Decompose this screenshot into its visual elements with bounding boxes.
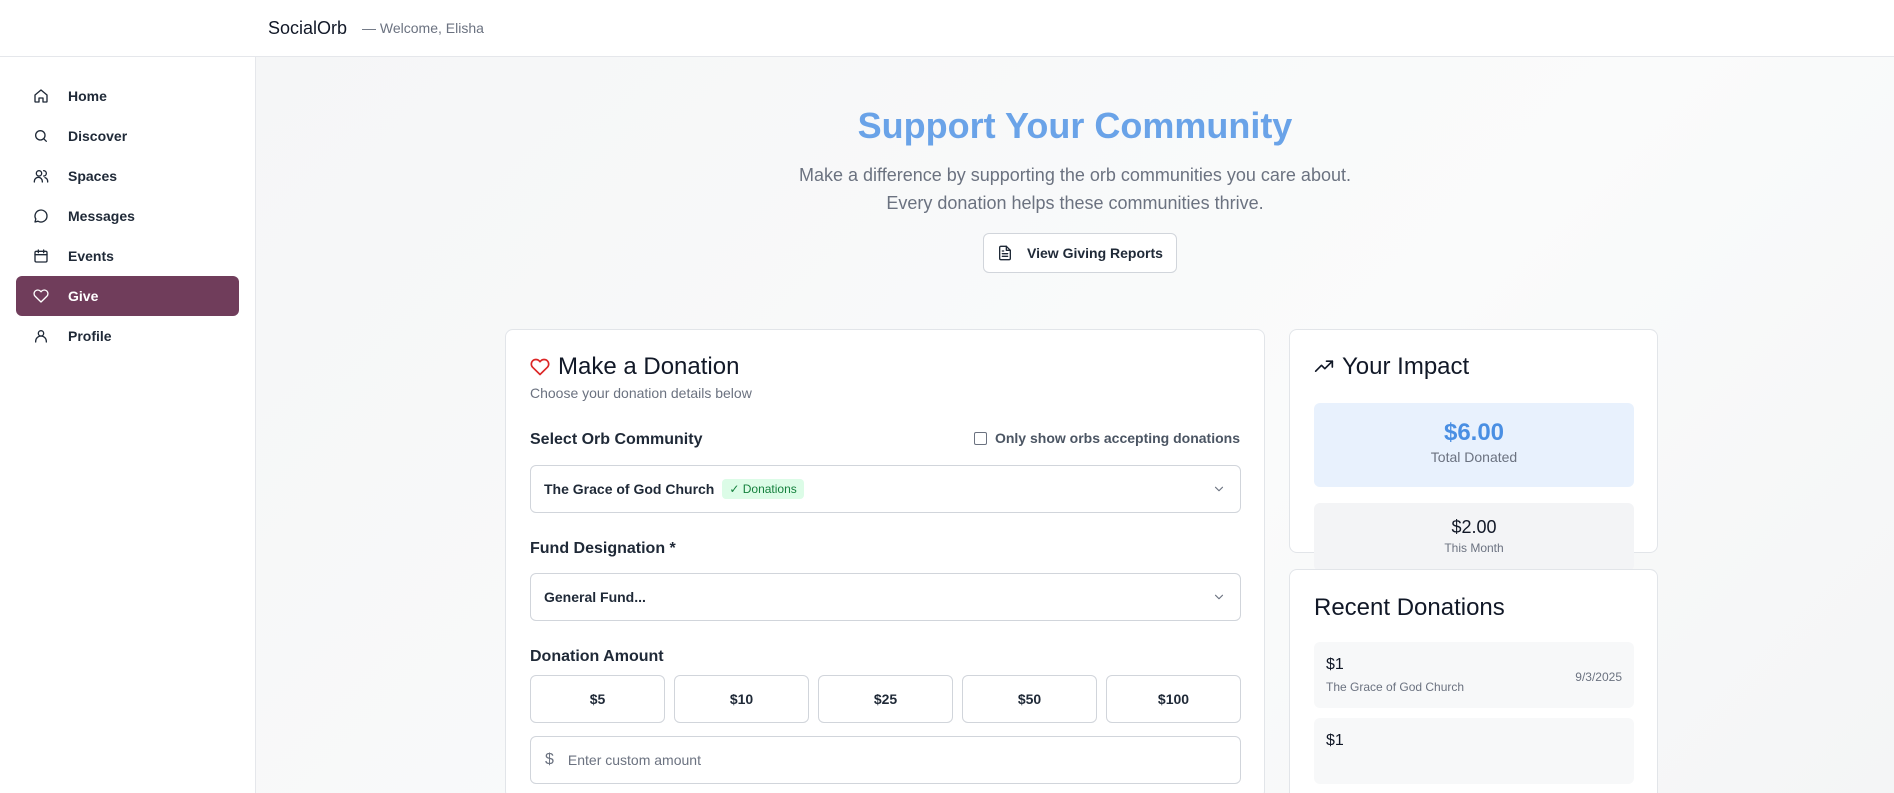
dollar-sign-icon: $	[545, 751, 554, 768]
heart-icon	[32, 287, 50, 305]
page-title: Support Your Community	[857, 105, 1293, 146]
donation-form-card: Make a Donation Choose your donation det…	[505, 329, 1265, 793]
selected-community: The Grace of God Church	[544, 481, 715, 497]
accepting-donations-filter[interactable]: Only show orbs accepting donations	[973, 430, 1240, 446]
home-icon	[32, 87, 50, 105]
selected-fund: General Fund...	[544, 589, 646, 605]
users-icon	[32, 167, 50, 185]
impact-card-title-text: Your Impact	[1342, 353, 1470, 380]
amount-10-button[interactable]: $10	[674, 675, 809, 723]
message-circle-icon	[32, 207, 50, 225]
preset-amounts: $5 $10 $25 $50 $100	[530, 675, 1241, 723]
total-donated-stat: $6.00 Total Donated	[1314, 403, 1634, 487]
sidebar-item-label: Discover	[68, 128, 128, 144]
total-donated-label: Total Donated	[1430, 449, 1518, 465]
file-text-icon	[999, 245, 1012, 261]
donation-card-title-text: Make a Donation	[558, 353, 740, 380]
sidebar-item-profile[interactable]: Profile	[16, 316, 239, 356]
this-month-label: This Month	[1444, 541, 1504, 555]
sidebar: Home Discover Spaces Messages Events Giv…	[0, 57, 256, 793]
sidebar-item-label: Profile	[68, 328, 112, 344]
view-giving-reports-button[interactable]: View Giving Reports	[983, 233, 1177, 273]
donation-amount-label: Donation Amount	[530, 648, 664, 665]
impact-card: Your Impact $6.00 Total Donated $2.00 Th…	[1289, 329, 1658, 571]
amount-50-button[interactable]: $50	[962, 675, 1097, 723]
donation-org: The Grace of God Church	[1326, 680, 1465, 694]
fund-designation-label: Fund Designation *	[530, 540, 676, 557]
view-giving-reports-label: View Giving Reports	[1027, 245, 1163, 261]
donation-card-description: Choose your donation details below	[530, 385, 752, 401]
custom-amount-input[interactable]	[567, 752, 1168, 768]
chevron-down-icon	[1212, 590, 1226, 604]
total-donated-value: $6.00	[1443, 419, 1505, 446]
accepting-donations-label: Only show orbs accepting donations	[994, 430, 1240, 446]
list-item: $1	[1314, 718, 1634, 784]
amount-100-button[interactable]: $100	[1106, 675, 1241, 723]
main-content: Support Your Community Make a difference…	[256, 57, 1894, 793]
welcome-text: — Welcome, Elisha	[362, 20, 484, 36]
page-subtitle: Make a difference by supporting the orb …	[799, 165, 1351, 213]
donation-amount: $1	[1326, 656, 1344, 673]
amount-5-button[interactable]: $5	[530, 675, 665, 723]
custom-amount-field[interactable]: $	[530, 736, 1241, 784]
donations-badge: ✓ Donations	[722, 479, 804, 499]
sidebar-item-give[interactable]: Give	[16, 276, 239, 316]
donation-card-title: Make a Donation	[530, 353, 739, 381]
recent-donations-card: Recent Donations $1 The Grace of God Chu…	[1289, 569, 1658, 793]
impact-card-title: Your Impact	[1314, 353, 1469, 381]
sidebar-item-label: Events	[68, 248, 114, 264]
list-item: $1 The Grace of God Church 9/3/2025	[1314, 642, 1634, 708]
donation-amount: $1	[1326, 732, 1344, 749]
recent-donations-title: Recent Donations	[1314, 594, 1505, 621]
sidebar-item-label: Spaces	[68, 168, 118, 184]
amount-25-button[interactable]: $25	[818, 675, 953, 723]
this-month-value: $2.00	[1451, 517, 1497, 537]
user-icon	[32, 327, 50, 345]
accepting-donations-checkbox[interactable]	[973, 431, 987, 445]
this-month-stat: $2.00 This Month	[1314, 503, 1634, 571]
brand-logo-text[interactable]: SocialOrb	[268, 18, 347, 39]
community-label: Select Orb Community	[530, 431, 703, 448]
sidebar-item-label: Messages	[68, 208, 135, 224]
sidebar-item-events[interactable]: Events	[16, 236, 239, 276]
sidebar-item-label: Give	[68, 288, 99, 304]
sidebar-item-label: Home	[68, 88, 107, 104]
sidebar-item-discover[interactable]: Discover	[16, 116, 239, 156]
fund-designation-select[interactable]: General Fund...	[530, 573, 1241, 621]
sidebar-item-spaces[interactable]: Spaces	[16, 156, 239, 196]
search-icon	[32, 127, 50, 145]
donation-date: 9/3/2025	[1575, 670, 1622, 684]
heart-icon	[530, 358, 550, 376]
community-select[interactable]: The Grace of God Church ✓ Donations	[530, 465, 1241, 513]
top-bar: SocialOrb — Welcome, Elisha	[0, 0, 1894, 57]
chevron-down-icon	[1212, 482, 1226, 496]
sidebar-item-home[interactable]: Home	[16, 76, 239, 116]
trending-up-icon	[1314, 360, 1334, 372]
calendar-icon	[32, 247, 50, 265]
sidebar-item-messages[interactable]: Messages	[16, 196, 239, 236]
